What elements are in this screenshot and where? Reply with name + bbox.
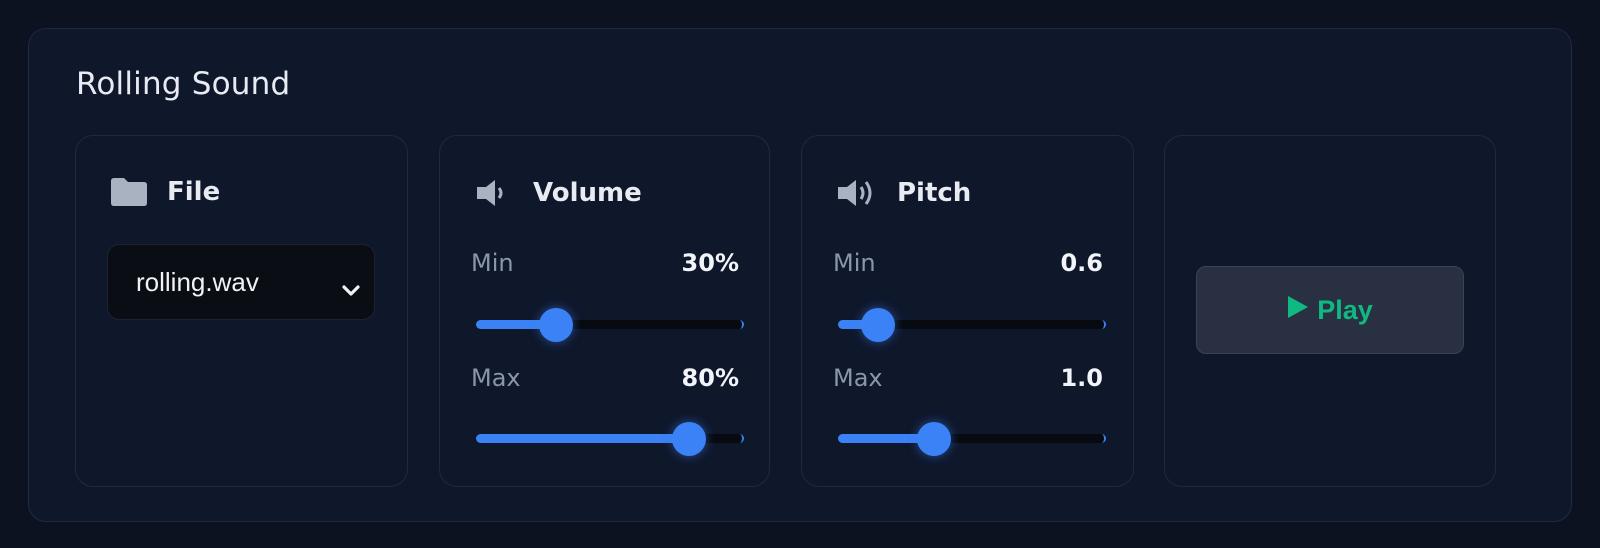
pitch-card-header: Pitch (837, 177, 971, 209)
pitch-max-label: Max (833, 364, 883, 392)
pitch-card: Pitch Min 0.6 Max 1.0 (801, 135, 1134, 487)
pitch-max-slider[interactable] (838, 422, 1106, 456)
volume-card-label: Volume (533, 178, 642, 208)
volume-card-header: Volume (475, 177, 642, 209)
file-card-header: File (111, 177, 220, 207)
volume-min-label: Min (471, 249, 514, 277)
volume-max-slider-thumb[interactable] (671, 422, 706, 456)
volume-min-slider[interactable] (476, 308, 744, 342)
pitch-max-value: 1.0 (1060, 364, 1103, 392)
pitch-card-label: Pitch (897, 178, 972, 208)
speaker-high-icon (837, 177, 877, 209)
file-card-label: File (167, 177, 221, 207)
folder-icon (111, 178, 147, 206)
chevron-down-icon (342, 273, 360, 304)
speaker-low-icon (475, 177, 513, 209)
volume-card: Volume Min 30% Max 80% (439, 135, 770, 487)
pitch-min-value: 0.6 (1060, 249, 1103, 277)
pitch-min-slider[interactable] (838, 308, 1106, 342)
rolling-sound-panel: Rolling Sound File rolling.wav Volume Mi… (28, 28, 1572, 522)
panel-title: Rolling Sound (76, 66, 291, 102)
volume-min-value: 30% (681, 249, 739, 277)
play-icon (1287, 295, 1309, 326)
volume-max-slider[interactable] (476, 422, 744, 456)
file-select-value: rolling.wav (136, 266, 259, 297)
play-button-label: Play (1317, 294, 1373, 325)
volume-max-slider-fill (476, 434, 689, 443)
play-card: Play (1164, 135, 1496, 487)
pitch-max-slider-thumb[interactable] (916, 422, 951, 456)
volume-max-value: 80% (681, 364, 739, 392)
file-card: File rolling.wav (75, 135, 408, 487)
play-button[interactable]: Play (1196, 266, 1464, 354)
volume-min-slider-thumb[interactable] (538, 308, 573, 342)
volume-max-label: Max (471, 364, 521, 392)
file-select[interactable]: rolling.wav (107, 244, 375, 320)
pitch-min-slider-thumb[interactable] (860, 308, 895, 342)
pitch-min-label: Min (833, 249, 876, 277)
